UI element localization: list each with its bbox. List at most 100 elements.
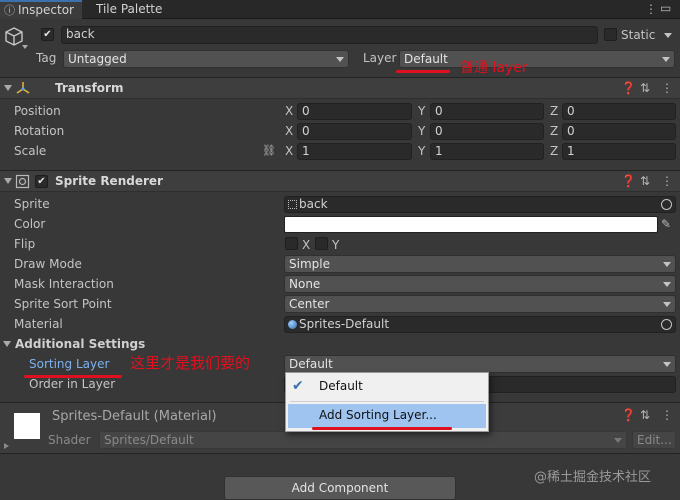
presets-icon[interactable]: ⇅: [640, 175, 650, 187]
chevron-down-icon: [336, 57, 344, 62]
sprite-renderer-icon: [15, 174, 30, 191]
expand-icon[interactable]: [4, 443, 9, 449]
shader-dropdown[interactable]: Sprites/Default: [99, 431, 627, 449]
annotation-underline-add: [312, 427, 452, 430]
rotation-y-field[interactable]: 0: [430, 123, 544, 140]
chevron-down-icon: [663, 262, 671, 267]
sprite-asset-icon: [288, 200, 297, 209]
sprite-renderer-header[interactable]: ✔ Sprite Renderer ❓ ⇅ ⋮: [0, 170, 680, 192]
flip-x-label: X: [302, 238, 311, 252]
static-label: Static: [621, 28, 656, 42]
help-icon[interactable]: ❓: [621, 175, 636, 187]
sprite-label: Sprite: [14, 197, 50, 211]
popup-option-add-sorting-layer[interactable]: Add Sorting Layer...: [288, 404, 486, 428]
add-component-area: @稀土掘金技术社区 Add Component: [0, 455, 680, 500]
material-label: Material: [14, 317, 63, 331]
presets-icon[interactable]: ⇅: [640, 82, 650, 94]
enabled-checkbox[interactable]: ✔: [35, 175, 48, 188]
position-x-field[interactable]: 0: [297, 103, 412, 120]
scale-y-field[interactable]: 1: [430, 143, 544, 160]
tab-tile-palette[interactable]: Tile Palette: [84, 0, 174, 19]
sorting-layer-label: Sorting Layer: [29, 357, 110, 371]
kebab-menu-icon[interactable]: ⋮: [645, 3, 657, 15]
watermark: @稀土掘金技术社区: [534, 470, 652, 485]
scale-z-field[interactable]: 1: [562, 143, 676, 160]
presets-icon[interactable]: ⇅: [640, 409, 650, 421]
object-name-field[interactable]: back: [61, 26, 598, 44]
chevron-down-icon: [663, 302, 671, 307]
axis-x-label[interactable]: X: [285, 104, 293, 118]
axis-x-label[interactable]: X: [285, 144, 293, 158]
material-sphere-icon: [288, 320, 297, 329]
axis-z-label[interactable]: Z: [550, 104, 558, 118]
transform-icon: [15, 81, 31, 97]
link-icon[interactable]: ⛓: [262, 145, 276, 157]
layer-dropdown[interactable]: Default: [399, 50, 675, 68]
eyedropper-icon[interactable]: ✎: [661, 218, 671, 230]
layer-label: Layer: [363, 51, 397, 65]
fold-icon[interactable]: [4, 178, 12, 184]
popup-option-default[interactable]: ✔ Default: [286, 375, 488, 399]
annotation-sorting-note: 这里才是我们要的: [130, 354, 251, 372]
color-label: Color: [14, 217, 46, 231]
flip-y-label: Y: [332, 238, 340, 252]
expand-icon[interactable]: [22, 45, 28, 49]
order-in-layer-label: Order in Layer: [29, 377, 116, 391]
additional-settings-fold-icon[interactable]: [3, 341, 11, 347]
kebab-menu-icon[interactable]: ⋮: [661, 409, 673, 421]
info-icon: ⓘ: [4, 4, 15, 17]
transform-header[interactable]: Transform ❓ ⇅ ⋮: [0, 77, 680, 99]
axis-y-label[interactable]: Y: [418, 144, 425, 158]
component-title: Sprite Renderer: [55, 174, 163, 188]
sprite-sort-point-dropdown[interactable]: Center: [284, 295, 676, 313]
axis-y-label[interactable]: Y: [418, 104, 425, 118]
flip-label: Flip: [14, 237, 36, 251]
scale-x-field[interactable]: 1: [297, 143, 412, 160]
mask-interaction-label: Mask Interaction: [14, 277, 114, 291]
flip-x-checkbox[interactable]: [285, 237, 298, 250]
draw-mode-dropdown[interactable]: Simple: [284, 255, 676, 273]
axis-z-label[interactable]: Z: [550, 124, 558, 138]
shader-label: Shader: [48, 433, 91, 447]
annotation-layer-note: 普通 layer: [460, 60, 528, 76]
sorting-layer-dropdown[interactable]: Default: [284, 355, 676, 373]
sprite-field[interactable]: back: [284, 196, 676, 213]
add-component-button[interactable]: Add Component: [224, 476, 456, 500]
static-checkbox[interactable]: [604, 28, 617, 41]
static-dropdown-arrow[interactable]: [664, 33, 672, 38]
material-field[interactable]: Sprites-Default: [284, 316, 676, 333]
kebab-menu-icon[interactable]: ⋮: [661, 175, 673, 187]
kebab-menu-icon[interactable]: ⋮: [661, 82, 673, 94]
chevron-down-icon: [663, 362, 671, 367]
help-icon[interactable]: ❓: [621, 82, 636, 94]
fold-icon[interactable]: [4, 85, 12, 91]
object-picker-icon[interactable]: [661, 199, 672, 210]
axis-x-label[interactable]: X: [285, 124, 293, 138]
rotation-x-field[interactable]: 0: [297, 123, 412, 140]
color-swatch[interactable]: [284, 216, 658, 233]
position-label: Position: [14, 104, 61, 118]
draw-mode-label: Draw Mode: [14, 257, 82, 271]
active-checkbox[interactable]: ✔: [41, 28, 54, 41]
checkmark-icon: ✔: [292, 378, 304, 394]
tab-bar: ⓘ Inspector Tile Palette ⋮ ▭: [0, 0, 680, 19]
axis-y-label[interactable]: Y: [418, 124, 425, 138]
object-picker-icon[interactable]: [661, 319, 672, 330]
tag-dropdown[interactable]: Untagged: [63, 50, 349, 68]
option-label: Default: [319, 379, 363, 393]
position-z-field[interactable]: 0: [562, 103, 676, 120]
component-title: Transform: [55, 81, 124, 95]
tab-inspector[interactable]: ⓘ Inspector: [0, 0, 82, 19]
additional-settings-label[interactable]: Additional Settings: [15, 337, 145, 351]
position-y-field[interactable]: 0: [430, 103, 544, 120]
maximize-icon[interactable]: ▭: [660, 2, 671, 14]
chevron-down-icon: [614, 438, 622, 443]
tag-label: Tag: [36, 51, 57, 65]
flip-y-checkbox[interactable]: [315, 237, 328, 250]
axis-z-label[interactable]: Z: [550, 144, 558, 158]
help-icon[interactable]: ❓: [621, 409, 636, 421]
mask-interaction-dropdown[interactable]: None: [284, 275, 676, 293]
edit-shader-button[interactable]: Edit...: [632, 431, 676, 449]
rotation-z-field[interactable]: 0: [562, 123, 676, 140]
material-title: Sprites-Default (Material): [52, 409, 217, 424]
